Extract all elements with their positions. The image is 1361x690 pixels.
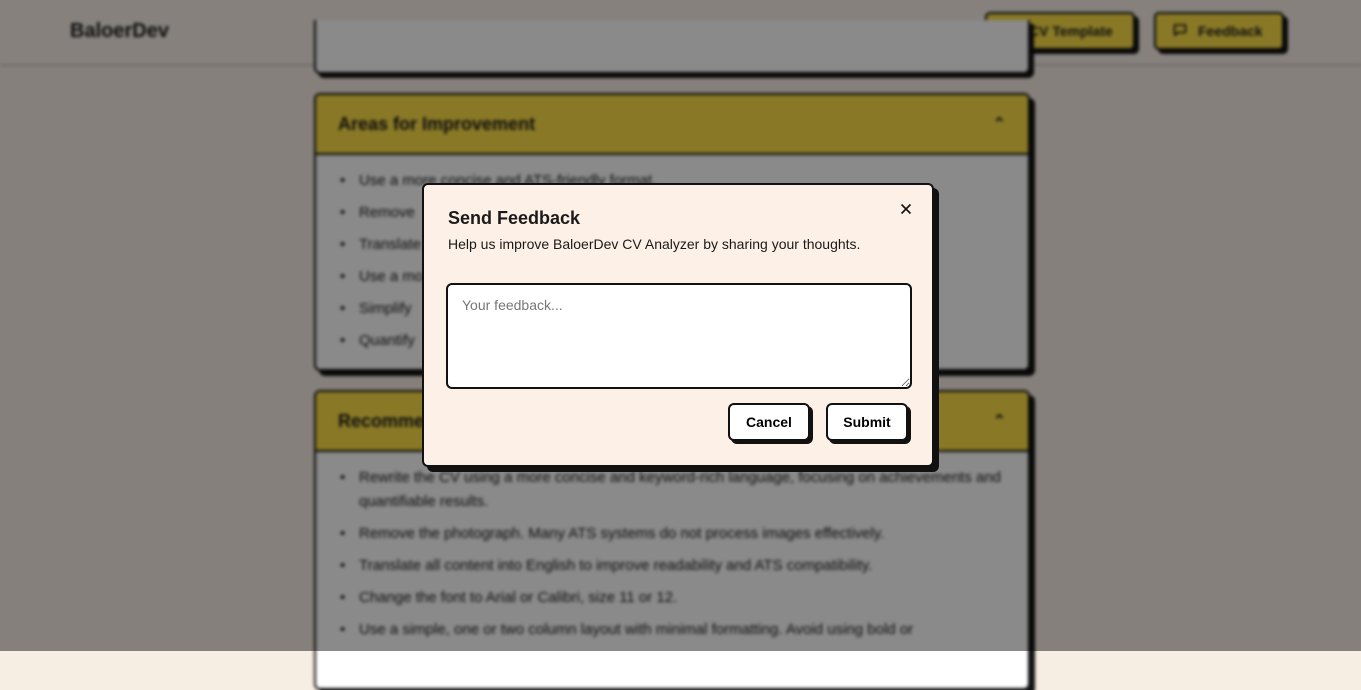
cancel-button[interactable]: Cancel [728,403,810,441]
feedback-textarea-wrapper [446,283,912,389]
feedback-dialog: Send Feedback Help us improve BaloerDev … [422,183,934,467]
dialog-description: Help us improve BaloerDev CV Analyzer by… [448,236,861,252]
submit-button[interactable]: Submit [826,403,908,441]
close-icon [900,202,912,220]
dialog-title: Send Feedback [448,208,581,228]
close-button[interactable] [897,202,915,220]
feedback-textarea[interactable] [448,285,910,387]
